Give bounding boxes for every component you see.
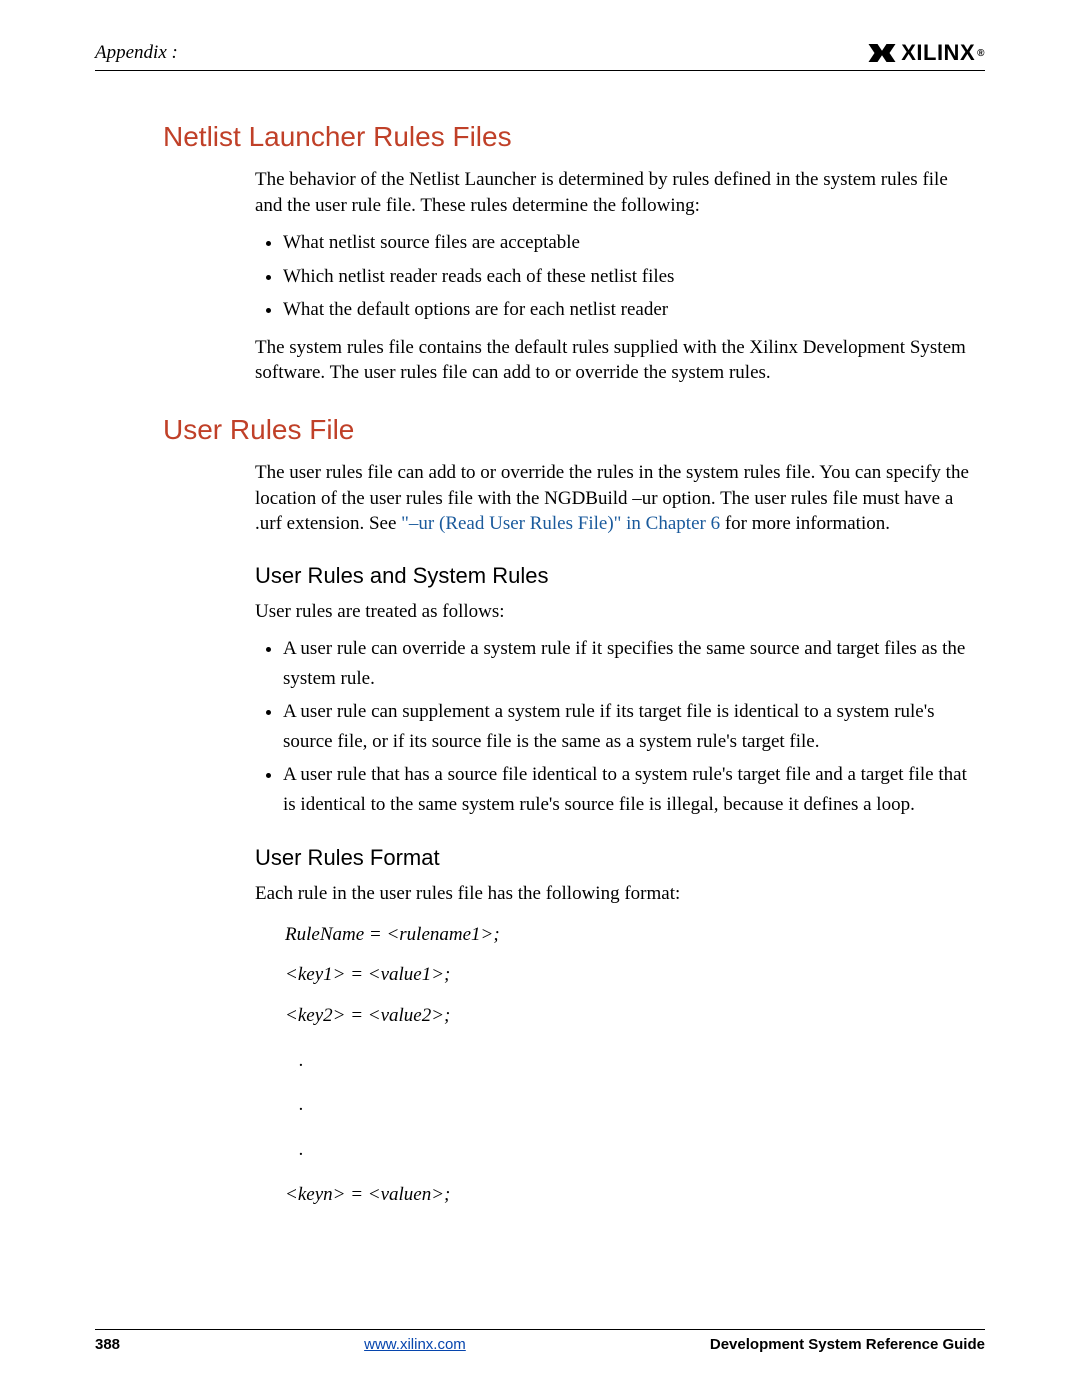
format-intro: Each rule in the user rules file has the… xyxy=(255,881,975,907)
page-header: Appendix : XILINX® xyxy=(95,40,985,71)
footer-guide-title: Development System Reference Guide xyxy=(710,1336,985,1353)
section-title-netlist: Netlist Launcher Rules Files xyxy=(163,121,985,153)
code-ellipsis: . xyxy=(299,1093,975,1118)
netlist-intro-paragraph: The behavior of the Netlist Launcher is … xyxy=(255,167,975,218)
logo-registered: ® xyxy=(977,48,985,59)
text-part: for more information. xyxy=(720,513,890,534)
system-rules-bullet-list: A user rule can override a system rule i… xyxy=(255,634,975,819)
list-item: A user rule can override a system rule i… xyxy=(283,634,975,693)
code-ellipsis: . xyxy=(299,1138,975,1163)
subsection-title-system-rules: User Rules and System Rules xyxy=(255,563,975,589)
page-number: 388 xyxy=(95,1336,120,1353)
appendix-label: Appendix : xyxy=(95,42,178,64)
system-rules-intro: User rules are treated as follows: xyxy=(255,599,975,625)
subsection-title-format: User Rules Format xyxy=(255,845,975,871)
list-item: What netlist source files are acceptable xyxy=(283,228,975,257)
netlist-closing-paragraph: The system rules file contains the defau… xyxy=(255,335,975,386)
page-footer: 388 www.xilinx.com Development System Re… xyxy=(95,1329,985,1353)
footer-url-link[interactable]: www.xilinx.com xyxy=(364,1336,466,1353)
netlist-bullet-list: What netlist source files are acceptable… xyxy=(255,228,975,324)
list-item: A user rule that has a source file ident… xyxy=(283,760,975,819)
xilinx-logo: XILINX® xyxy=(867,40,985,66)
code-line: <keyn> = <valuen>; xyxy=(285,1183,975,1208)
section-title-user-rules: User Rules File xyxy=(163,414,985,446)
list-item: A user rule can supplement a system rule… xyxy=(283,697,975,756)
list-item: What the default options are for each ne… xyxy=(283,295,975,324)
code-block: RuleName = <rulename1>; <key1> = <value1… xyxy=(285,923,975,1208)
code-line: <key1> = <value1>; xyxy=(285,963,975,988)
chapter-link[interactable]: "–ur (Read User Rules File)" in Chapter … xyxy=(401,513,720,534)
code-ellipsis: . xyxy=(299,1049,975,1074)
list-item: Which netlist reader reads each of these… xyxy=(283,262,975,291)
user-rules-intro-paragraph: The user rules file can add to or overri… xyxy=(255,460,975,537)
xilinx-logo-icon xyxy=(867,41,897,65)
code-line: RuleName = <rulename1>; xyxy=(285,923,975,948)
logo-text: XILINX xyxy=(901,40,975,66)
code-line: <key2> = <value2>; xyxy=(285,1004,975,1029)
